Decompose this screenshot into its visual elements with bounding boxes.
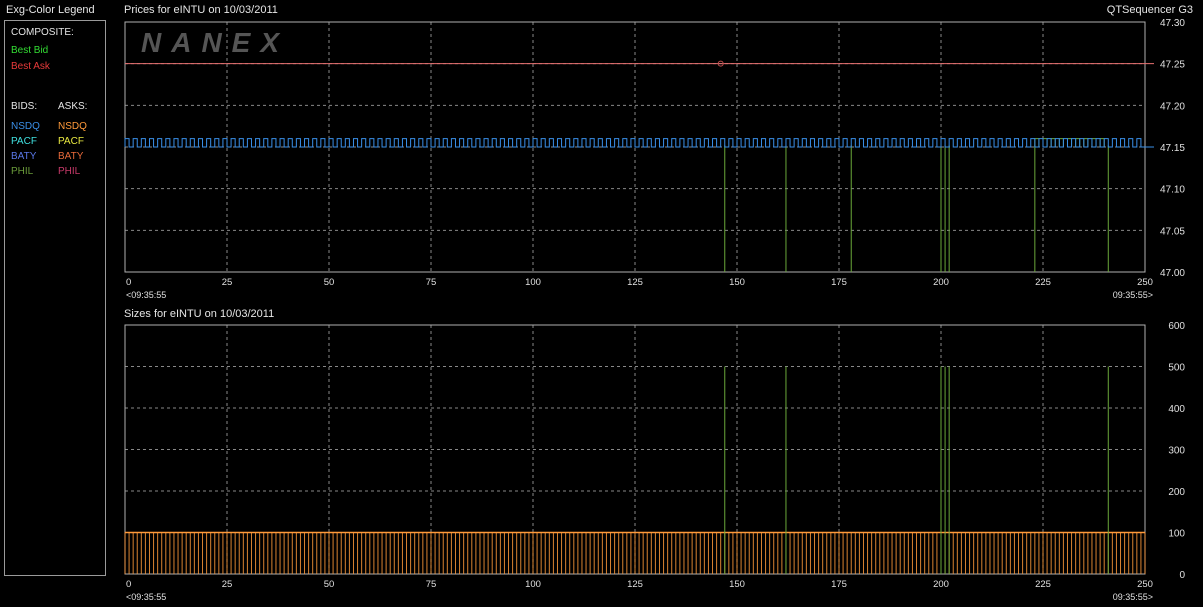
price-y-tick-label: 47.00 [1160,268,1185,279]
price-time-start: <09:35:55 [126,290,166,300]
size-y-tick-label: 100 [1168,529,1185,540]
phil-bid-steps [1034,138,1105,147]
price-y-tick-label: 47.20 [1160,101,1185,112]
chart-canvas: 0 25 50 75 100 125 150 175 200 225 25047.0047.0547… [124,18,1185,602]
price-x-tick-label: 175 [831,277,847,288]
price-time-end: 09:35:55> [1113,290,1153,300]
size-x-tick-label: 150 [729,579,745,590]
size-x-tick-label: 50 [324,579,335,590]
size-x-tick-label: 100 [525,579,541,590]
price-y-tick-label: 47.25 [1160,60,1185,71]
size-y-tick-label: 0 [1179,570,1185,581]
price-x-tick-label: 100 [525,277,541,288]
price-x-tick-label: 25 [222,277,233,288]
size-time-start: <09:35:55 [126,592,166,602]
size-y-tick-label: 200 [1168,487,1185,498]
size-y-tick-label: 600 [1168,321,1185,332]
size-x-tick-label: 125 [627,579,643,590]
price-y-tick-label: 47.15 [1160,143,1185,154]
price-x-tick-label: 75 [426,277,437,288]
size-x-tick-label: 250 [1137,579,1153,590]
price-x-tick-label: 250 [1137,277,1153,288]
size-x-tick-label: 200 [933,579,949,590]
size-x-tick-label: 0 [126,579,131,590]
price-x-tick-label: 50 [324,277,335,288]
price-y-tick-label: 47.10 [1160,185,1185,196]
price-y-tick-label: 47.30 [1160,18,1185,29]
price-x-tick-label: 200 [933,277,949,288]
nsdq-bid-line [124,138,1154,148]
size-x-tick-label: 75 [426,579,437,590]
price-y-tick-label: 47.05 [1160,226,1185,237]
size-y-tick-label: 300 [1168,446,1185,457]
nanex-watermark: NANEX [141,27,289,58]
price-x-tick-label: 125 [627,277,643,288]
nsdq-ask-size-bars [124,532,1146,574]
price-x-tick-label: 0 [126,277,131,288]
price-x-tick-label: 150 [729,277,745,288]
size-time-end: 09:35:55> [1113,592,1153,602]
size-x-tick-label: 225 [1035,579,1051,590]
size-x-tick-label: 25 [222,579,233,590]
size-x-tick-label: 175 [831,579,847,590]
price-x-tick-label: 225 [1035,277,1051,288]
size-y-tick-label: 500 [1168,363,1185,374]
size-y-tick-label: 400 [1168,404,1185,415]
